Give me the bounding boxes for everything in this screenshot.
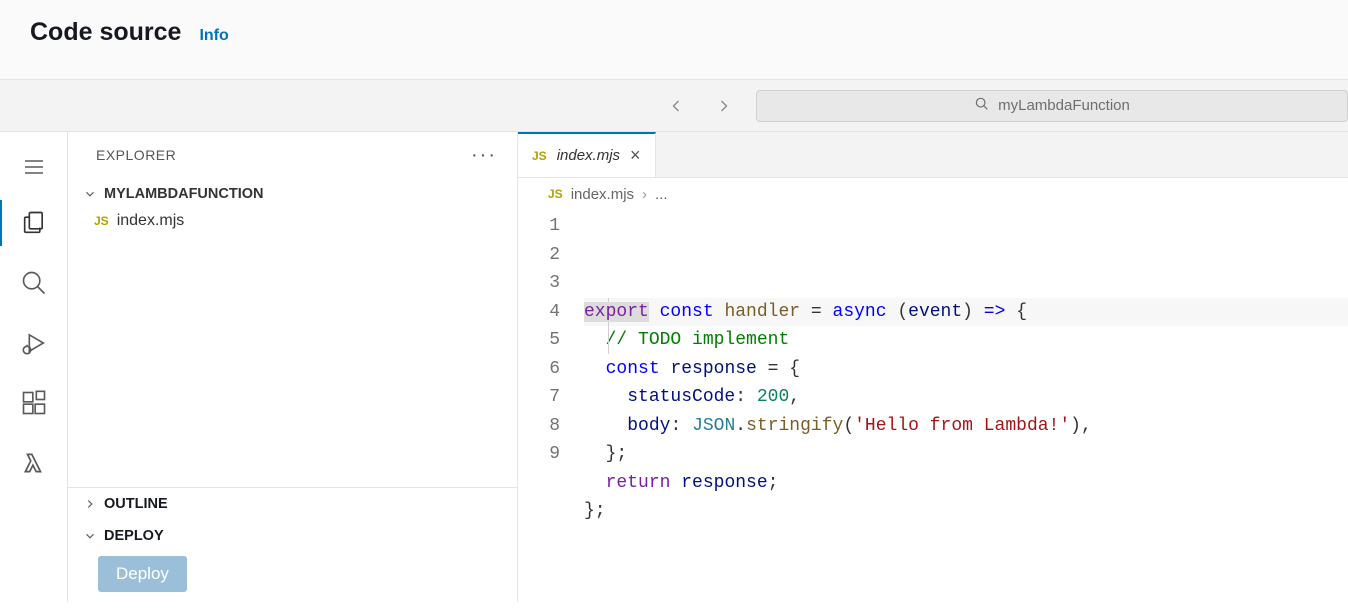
editor-tabs: JS index.mjs ×	[518, 132, 1348, 178]
explorer-header: EXPLORER ···	[68, 132, 517, 178]
search-placeholder: myLambdaFunction	[998, 97, 1130, 114]
explorer-icon[interactable]	[0, 194, 68, 252]
main: EXPLORER ··· MYLAMBDAFUNCTION JS index.m…	[0, 132, 1348, 602]
code-area[interactable]: 123456789 export const handler = async (…	[518, 210, 1348, 554]
search-box[interactable]: myLambdaFunction	[756, 90, 1348, 122]
tab-index-mjs[interactable]: JS index.mjs ×	[518, 132, 656, 177]
editor: JS index.mjs × JS index.mjs › ... 123456…	[518, 132, 1348, 602]
line-numbers: 123456789	[518, 212, 584, 554]
search-activity-icon[interactable]	[0, 254, 68, 312]
info-link[interactable]: Info	[199, 27, 228, 45]
deploy-button[interactable]: Deploy	[98, 556, 187, 592]
close-icon[interactable]: ×	[630, 145, 641, 166]
deploy-section[interactable]: DEPLOY	[68, 520, 517, 552]
chevron-down-icon	[82, 186, 98, 202]
menu-icon[interactable]	[0, 142, 68, 192]
header: Code source Info	[0, 0, 1348, 80]
search-icon	[974, 96, 990, 116]
breadcrumb-rest: ...	[655, 186, 668, 203]
js-icon: JS	[548, 187, 563, 201]
sidebar-bottom: OUTLINE DEPLOY Deploy	[68, 487, 517, 602]
deploy-label: DEPLOY	[104, 528, 164, 544]
outline-section[interactable]: OUTLINE	[68, 488, 517, 520]
code-lines[interactable]: export const handler = async (event) => …	[584, 212, 1348, 554]
breadcrumb-file: index.mjs	[571, 186, 634, 203]
file-item[interactable]: JS index.mjs	[68, 208, 517, 234]
js-icon: JS	[532, 149, 547, 163]
explorer-title: EXPLORER	[96, 147, 176, 163]
more-icon[interactable]: ···	[471, 144, 497, 167]
project-root[interactable]: MYLAMBDAFUNCTION	[68, 180, 517, 208]
breadcrumb[interactable]: JS index.mjs › ...	[518, 178, 1348, 210]
extensions-icon[interactable]	[0, 374, 68, 432]
page-title: Code source	[30, 18, 181, 47]
chevron-right-icon: ›	[642, 186, 647, 203]
nav-back-icon[interactable]	[660, 92, 692, 120]
editor-toolbar: myLambdaFunction	[0, 80, 1348, 132]
file-name: index.mjs	[117, 212, 185, 230]
lambda-icon[interactable]	[0, 434, 68, 492]
chevron-down-icon	[82, 528, 98, 544]
outline-label: OUTLINE	[104, 496, 168, 512]
run-debug-icon[interactable]	[0, 314, 68, 372]
project-name: MYLAMBDAFUNCTION	[104, 186, 263, 202]
nav-forward-icon[interactable]	[708, 92, 740, 120]
js-icon: JS	[94, 214, 109, 228]
chevron-right-icon	[82, 496, 98, 512]
activity-bar	[0, 132, 68, 602]
file-tree: MYLAMBDAFUNCTION JS index.mjs	[68, 178, 517, 487]
explorer-sidebar: EXPLORER ··· MYLAMBDAFUNCTION JS index.m…	[68, 132, 518, 602]
tab-filename: index.mjs	[557, 147, 620, 164]
